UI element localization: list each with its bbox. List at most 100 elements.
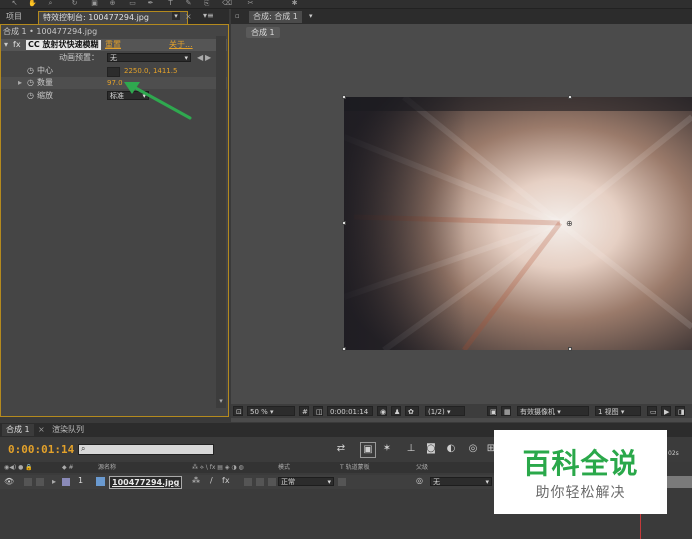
layer-name[interactable]: 100477294.jpg <box>109 476 183 489</box>
layer-search-input[interactable]: ⌕ <box>78 444 214 455</box>
mask-visibility-icon[interactable]: ◫ <box>313 406 323 416</box>
pen-tool-icon[interactable]: ✒ <box>146 0 155 7</box>
eraser-tool-icon[interactable]: ⌫ <box>222 0 232 7</box>
layer-row[interactable]: 👁 ▸ 1 100477294.jpg ⁂ / fx 正常 ▾ ◎ 无 ▾ <box>0 475 500 489</box>
parent-dropdown[interactable]: 无 ▾ <box>430 477 492 486</box>
puppet-tool-icon[interactable]: ✱ <box>290 0 299 7</box>
crosshair-icon[interactable] <box>107 67 120 77</box>
property-value-center[interactable]: 2250.0, 1411.5 <box>124 65 177 77</box>
fast-preview-icon[interactable]: ▶ <box>661 406 671 416</box>
mask-tool-icon[interactable]: ▭ <box>128 0 137 7</box>
stopwatch-icon[interactable]: ◷ <box>27 90 34 102</box>
expand-triangle-icon[interactable]: ▸ <box>18 77 22 89</box>
region-of-interest-icon[interactable]: ▣ <box>487 406 497 416</box>
tab-dropdown-icon[interactable]: ▾ <box>309 12 317 20</box>
panel-menu-icon[interactable]: ▾≡ <box>203 11 214 20</box>
effect-header-row: ▾ fx CC 放射状快速模糊 重置 关于... <box>1 39 227 51</box>
layer-handle[interactable] <box>568 347 572 351</box>
select-tool-icon[interactable]: ↖ <box>10 0 19 7</box>
search-icon: ⌕ <box>81 444 86 453</box>
switch-box[interactable] <box>244 478 252 486</box>
chevron-down-icon: ▾ <box>327 478 331 486</box>
current-time[interactable]: 0:00:01:14 <box>8 443 74 456</box>
layer-handle[interactable] <box>342 95 346 99</box>
camera-dropdown[interactable]: 有效摄像机 ▾ <box>517 406 589 416</box>
audio-toggle[interactable] <box>24 478 32 486</box>
lock-icon[interactable]: ▫ <box>235 12 240 20</box>
text-tool-icon[interactable]: T <box>166 0 175 7</box>
composition-breadcrumb[interactable]: 合成 1 <box>246 27 280 38</box>
preset-next-icon[interactable]: ▶ <box>205 52 211 64</box>
anchor-point-icon[interactable]: ⊕ <box>566 219 573 228</box>
zoom-tool-icon[interactable]: ⌕ <box>46 0 55 7</box>
brush-tool-icon[interactable]: ✎ <box>184 0 193 7</box>
preset-dropdown[interactable]: 无 ▾ <box>107 53 191 62</box>
stopwatch-icon[interactable]: ◷ <box>27 77 34 89</box>
solo-toggle[interactable] <box>36 478 44 486</box>
magnification-dropdown[interactable]: 50 % ▾ <box>247 406 295 416</box>
tab-composition[interactable]: 合成: 合成 1 <box>249 11 302 23</box>
composition-mini-flowchart-icon[interactable]: ⇄ <box>334 442 348 456</box>
clone-tool-icon[interactable]: ⎘ <box>202 0 211 7</box>
tab-comp-timeline[interactable]: 合成 1 <box>2 424 34 436</box>
preset-prev-icon[interactable]: ◀ <box>197 52 203 64</box>
stopwatch-icon[interactable]: ◷ <box>27 65 34 77</box>
quality-switch-icon[interactable]: / <box>210 476 213 485</box>
viewer-timecode[interactable]: 0:00:01:14 <box>327 406 373 416</box>
hide-shy-layers-icon[interactable]: ✶ <box>380 442 394 456</box>
pick-whip-icon[interactable]: ◎ <box>416 476 423 485</box>
grid-icon[interactable]: # <box>299 406 309 416</box>
layer-handle[interactable] <box>342 347 346 351</box>
camera-tool-icon[interactable]: ▣ <box>90 0 99 7</box>
rotate-tool-icon[interactable]: ↻ <box>70 0 79 7</box>
layer-handle[interactable] <box>342 221 346 225</box>
collapse-triangle-icon[interactable]: ▾ <box>4 39 8 51</box>
roto-tool-icon[interactable]: ✂ <box>246 0 255 7</box>
view-layout-dropdown[interactable]: 1 视图 ▾ <box>595 406 641 416</box>
tab-project[interactable]: 项目 <box>2 11 26 23</box>
always-preview-icon[interactable]: ⊡ <box>233 406 243 416</box>
tab-effect-controls[interactable]: 特效控制台: 100477294.jpg <box>38 11 188 24</box>
about-link[interactable]: 关于... <box>169 39 193 51</box>
switch-box[interactable] <box>268 478 276 486</box>
preserve-transparency-box[interactable] <box>338 478 346 486</box>
blend-mode-dropdown[interactable]: 正常 ▾ <box>278 477 334 486</box>
snapshot-icon[interactable]: ◉ <box>377 406 387 416</box>
transparency-grid-icon[interactable]: ▦ <box>501 406 511 416</box>
label-color-swatch[interactable] <box>62 478 70 486</box>
hand-tool-icon[interactable]: ✋ <box>28 0 37 7</box>
close-icon[interactable]: × <box>185 12 192 21</box>
collapse-switch-icon[interactable]: ⁂ <box>192 476 200 485</box>
effect-switch-icon[interactable]: fx <box>222 476 230 485</box>
image-file-icon <box>96 477 105 486</box>
layer-handle[interactable] <box>568 95 572 99</box>
col-parent[interactable]: 父级 <box>416 462 428 473</box>
show-snapshot-icon[interactable]: ♟ <box>391 406 401 416</box>
reset-link[interactable]: 重置 <box>105 39 121 51</box>
eye-icon[interactable]: 👁 <box>4 477 14 486</box>
draft-3d-icon[interactable]: ▣ <box>360 442 376 458</box>
toggle-pixel-icon[interactable]: ▭ <box>647 406 657 416</box>
switch-box[interactable] <box>256 478 264 486</box>
magnification-value: 50 % <box>250 408 268 416</box>
scrollbar[interactable] <box>216 36 226 408</box>
channel-icon[interactable]: ✿ <box>405 406 419 416</box>
fx-toggle-icon[interactable]: fx <box>13 39 21 51</box>
motion-blur-icon[interactable]: ◙ <box>424 442 438 456</box>
timeline-icon[interactable]: ◨ <box>675 406 685 416</box>
expand-triangle-icon[interactable]: ▸ <box>52 477 56 486</box>
resolution-dropdown[interactable]: (1/2) ▾ <box>425 406 465 416</box>
tab-render-queue[interactable]: 渲染队列 <box>48 424 88 436</box>
col-mode[interactable]: 模式 <box>278 462 290 473</box>
composition-canvas[interactable] <box>344 97 692 350</box>
frame-blending-icon[interactable]: ⊥ <box>404 442 418 456</box>
scroll-down-icon[interactable]: ▾ <box>216 397 226 405</box>
col-source-name[interactable]: 源名称 <box>98 462 116 473</box>
pan-behind-tool-icon[interactable]: ⊕ <box>108 0 117 7</box>
watermark-title: 百科全说 <box>522 447 639 480</box>
close-icon[interactable]: × <box>38 425 45 434</box>
auto-keyframe-icon[interactable]: ◎ <box>466 442 480 456</box>
brainstorm-icon[interactable]: ◐ <box>444 442 458 456</box>
col-track-matte[interactable]: T 轨道蒙板 <box>340 462 370 473</box>
tab-dropdown-icon[interactable]: ▾ <box>172 12 180 20</box>
